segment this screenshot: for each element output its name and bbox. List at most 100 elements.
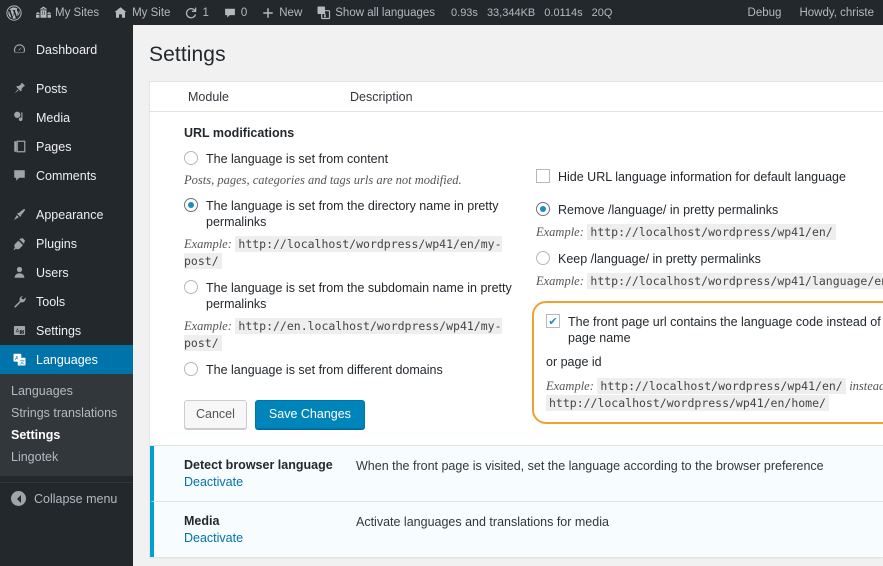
module-deactivate-link[interactable]: Deactivate: [184, 475, 243, 489]
dashboard-icon: [11, 42, 28, 57]
checkbox-icon[interactable]: [536, 169, 550, 183]
sidebar-item-plugins[interactable]: Plugins: [0, 229, 133, 258]
plus-icon: [261, 6, 275, 20]
radio-icon[interactable]: [184, 198, 198, 212]
radio-option-keep-language[interactable]: Keep /language/ in pretty permalinks: [536, 250, 883, 267]
radio-icon[interactable]: [184, 151, 198, 165]
admin-bar-item-new[interactable]: New: [254, 0, 309, 25]
wordpress-logo-menu[interactable]: [0, 0, 29, 25]
radio-option-directory[interactable]: The language is set from the directory n…: [184, 197, 524, 230]
sidebar-item-label: Comments: [36, 168, 97, 183]
sidebar-item-users[interactable]: Users: [0, 258, 133, 287]
sidebar-item-label: Appearance: [36, 207, 104, 222]
checkbox-icon[interactable]: [546, 314, 560, 328]
submenu-item-strings-translations[interactable]: Strings translations: [0, 402, 133, 424]
checkbox-label[interactable]: The front page url contains the language…: [568, 313, 883, 346]
save-changes-button[interactable]: Save Changes: [254, 400, 365, 429]
menu-separator: [0, 190, 133, 200]
sidebar-item-posts[interactable]: Posts: [0, 74, 133, 103]
submenu-item-lingotek[interactable]: Lingotek: [0, 446, 133, 468]
content-hint-text: Posts, pages, categories and tags urls a…: [184, 173, 462, 187]
plugins-plug-icon: [11, 236, 28, 251]
sidebar-item-label: Languages: [36, 352, 98, 367]
example-url-secondary: http://localhost/wordpress/wp41/en/home/: [546, 395, 829, 411]
submenu-item-languages[interactable]: Languages: [0, 380, 133, 402]
radio-icon[interactable]: [536, 251, 550, 265]
sidebar-item-label: Posts: [36, 81, 68, 96]
checkbox-label[interactable]: Hide URL language information for defaul…: [558, 168, 846, 185]
collapse-menu-button[interactable]: Collapse menu: [0, 482, 133, 514]
example-url: http://localhost/wordpress/wp41/language…: [587, 273, 883, 289]
module-deactivate-link[interactable]: Deactivate: [184, 531, 243, 545]
radio-icon[interactable]: [184, 362, 198, 376]
radio-option-domains[interactable]: The language is set from different domai…: [184, 361, 524, 378]
table-row: Detect browser language Deactivate When …: [150, 445, 883, 502]
example-url: http://localhost/wordpress/wp41/en/my-po…: [184, 236, 502, 269]
sidebar-item-dashboard[interactable]: Dashboard: [0, 35, 133, 64]
example-label: Example:: [536, 274, 584, 288]
stat-load-time: 0.93s: [451, 6, 478, 19]
url-modifications-settings-row: URL modifications The language is set fr…: [150, 112, 883, 446]
admin-bar-right-group: Debug Howdy, christe: [739, 0, 883, 25]
admin-bar-label: My Sites: [55, 6, 100, 19]
example-label: Example:: [546, 379, 594, 393]
tools-wrench-icon: [11, 294, 28, 309]
updates-icon: [184, 6, 198, 20]
admin-bar-item-updates[interactable]: 1: [177, 0, 215, 25]
example-front-page: Example: http://localhost/wordpress/wp41…: [546, 378, 883, 412]
sidebar-item-appearance[interactable]: Appearance: [0, 200, 133, 229]
column-header-module: Module: [188, 89, 229, 104]
admin-bar-item-show-all-languages[interactable]: Show all languages: [309, 0, 442, 25]
sidebar-item-tools[interactable]: Tools: [0, 287, 133, 316]
sidebar-item-pages[interactable]: Pages: [0, 132, 133, 161]
radio-label[interactable]: The language is set from the directory n…: [206, 197, 524, 230]
sidebar-item-media[interactable]: Media: [0, 103, 133, 132]
admin-bar-label: 0: [240, 6, 248, 19]
sidebar-item-settings[interactable]: A文 Settings: [0, 316, 133, 345]
radio-option-subdomain[interactable]: The language is set from the subdomain n…: [184, 279, 524, 312]
radio-label[interactable]: The language is set from different domai…: [206, 361, 443, 378]
radio-option-remove-language[interactable]: Remove /language/ in pretty permalinks: [536, 201, 883, 218]
radio-label[interactable]: Keep /language/ in pretty permalinks: [558, 250, 761, 267]
checkbox-front-page-url[interactable]: The front page url contains the language…: [546, 313, 883, 346]
sidebar-item-comments[interactable]: Comments: [0, 161, 133, 190]
example-subdomain: Example: http://en.localhost/wordpress/w…: [184, 318, 524, 352]
admin-bar-item-my-sites[interactable]: My Sites: [29, 0, 106, 25]
admin-bar-item-howdy[interactable]: Howdy, christe: [790, 0, 883, 25]
admin-bar-item-my-site[interactable]: My Site: [106, 0, 177, 25]
sidebar-item-languages[interactable]: A文 Languages: [0, 345, 141, 374]
main-content: Settings Module Description URL modifica…: [133, 25, 883, 566]
radio-label[interactable]: The language is set from content: [206, 150, 388, 167]
appearance-brush-icon: [11, 207, 28, 222]
radio-icon[interactable]: [536, 202, 550, 216]
example-url-primary: http://localhost/wordpress/wp41/en/: [597, 378, 846, 394]
collapse-menu-label: Collapse menu: [34, 491, 118, 506]
radio-label[interactable]: The language is set from the subdomain n…: [206, 279, 524, 312]
form-buttons: Cancel Save Changes: [184, 400, 524, 429]
radio-icon[interactable]: [184, 280, 198, 294]
page-title: Settings: [149, 43, 226, 66]
comment-bubble-icon: [223, 6, 237, 20]
settings-columns: The language is set from content Posts, …: [184, 150, 883, 429]
cancel-button[interactable]: Cancel: [184, 400, 247, 429]
admin-bar-item-debug[interactable]: Debug: [739, 0, 791, 25]
settings-gear-icon: A文: [11, 323, 28, 338]
submenu-item-settings[interactable]: Settings: [0, 424, 133, 446]
module-name-cell: Detect browser language Deactivate: [154, 458, 354, 489]
collapse-arrow-icon: [11, 491, 26, 506]
admin-bar-item-comments[interactable]: 0: [216, 0, 254, 25]
admin-bar-label: New: [279, 6, 303, 19]
sidebar-item-label: Dashboard: [36, 42, 98, 57]
radio-label[interactable]: Remove /language/ in pretty permalinks: [558, 201, 778, 218]
admin-sidebar-menu: Dashboard Posts Media Pages Comments App…: [0, 25, 141, 566]
home-icon: [113, 5, 128, 20]
radio-option-content[interactable]: The language is set from content: [184, 150, 524, 167]
languages-translation-icon: A文: [11, 352, 28, 367]
admin-bar-label: Show all languages: [335, 6, 436, 19]
example-url: http://localhost/wordpress/wp41/en/: [587, 224, 836, 240]
example-remove-language: Example: http://localhost/wordpress/wp41…: [536, 224, 883, 241]
users-icon: [11, 265, 28, 280]
sidebar-item-label: Settings: [36, 323, 82, 338]
module-description: Activate languages and translations for …: [356, 514, 609, 529]
checkbox-hide-url-language[interactable]: Hide URL language information for defaul…: [536, 168, 883, 185]
